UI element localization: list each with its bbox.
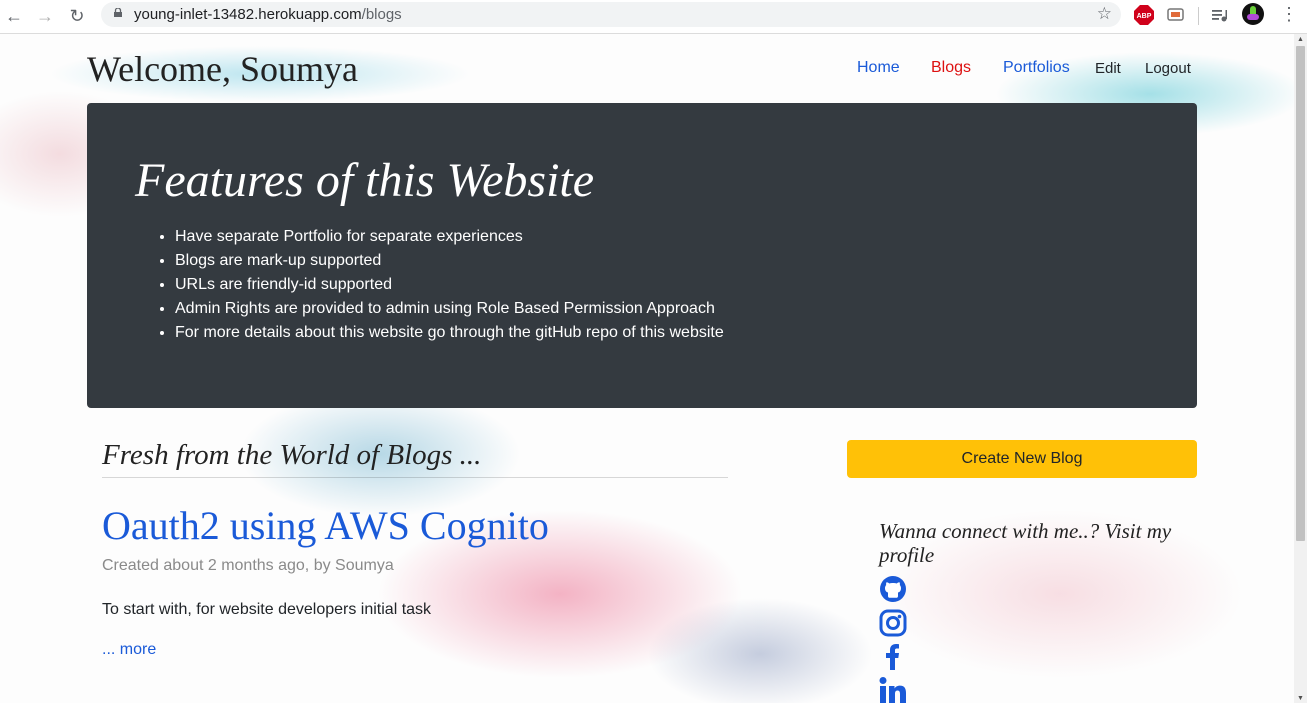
nav-blogs-link[interactable]: Blogs (931, 59, 971, 77)
back-icon[interactable]: ← (4, 6, 24, 26)
facebook-icon[interactable] (879, 642, 907, 670)
address-bar[interactable]: young-inlet-13482.herokuapp.com/blogs ☆ (101, 2, 1121, 27)
feature-item: Admin Rights are provided to admin using… (175, 297, 724, 321)
nav-home-link[interactable]: Home (857, 59, 900, 77)
blog-post-excerpt: To start with, for website developers in… (102, 601, 432, 618)
feature-item: Blogs are mark-up supported (175, 249, 724, 273)
nav-edit-link[interactable]: Edit (1095, 60, 1121, 77)
media-control-icon[interactable] (1211, 7, 1229, 23)
adblock-label: ABP (1137, 13, 1152, 20)
linkedin-icon[interactable] (879, 676, 907, 703)
connect-prompt: Wanna connect with me..? Visit my profil… (879, 519, 1172, 567)
forward-icon[interactable]: → (35, 6, 55, 26)
instagram-icon[interactable] (879, 609, 907, 637)
lock-icon (114, 8, 122, 17)
nav-portfolios-link[interactable]: Portfolios (1003, 59, 1070, 77)
welcome-heading: Welcome, Soumya (87, 49, 359, 89)
read-more-link[interactable]: ... more (102, 641, 156, 659)
page-background: Welcome, Soumya Home Blogs Portfolios Ed… (0, 34, 1294, 703)
create-new-blog-button[interactable]: Create New Blog (847, 440, 1197, 478)
cast-extension-icon[interactable] (1167, 7, 1185, 23)
feature-item: Have separate Portfolio for separate exp… (175, 225, 724, 249)
features-title: Features of this Website (135, 154, 595, 207)
blogs-section-heading: Fresh from the World of Blogs ... (102, 439, 482, 471)
browser-toolbar: ← → ↻ young-inlet-13482.herokuapp.com/bl… (0, 0, 1307, 34)
scroll-down-arrow-icon[interactable]: ▼ (1297, 695, 1304, 702)
feature-item: For more details about this website go t… (175, 321, 724, 345)
github-icon[interactable] (879, 575, 907, 603)
url-text: young-inlet-13482.herokuapp.com/blogs (134, 6, 402, 23)
blog-post-title-link[interactable]: Oauth2 using AWS Cognito (102, 502, 549, 549)
page-scrollbar[interactable]: ▲ ▼ (1294, 34, 1307, 703)
toolbar-divider (1198, 7, 1199, 25)
bookmark-star-icon[interactable]: ☆ (1097, 4, 1112, 24)
menu-kebab-icon[interactable]: ⋮ (1280, 4, 1298, 25)
scroll-up-arrow-icon[interactable]: ▲ (1297, 36, 1304, 43)
features-jumbotron: Features of this Website Have separate P… (87, 103, 1197, 408)
blog-post-meta: Created about 2 months ago, by Soumya (102, 557, 394, 574)
profile-avatar[interactable] (1242, 3, 1264, 25)
adblock-icon[interactable]: ABP (1134, 5, 1154, 25)
scrollbar-thumb[interactable] (1296, 46, 1305, 541)
nav-logout-link[interactable]: Logout (1145, 60, 1191, 77)
reload-icon[interactable]: ↻ (67, 6, 87, 26)
section-divider (102, 477, 728, 478)
feature-item: URLs are friendly-id supported (175, 273, 724, 297)
features-list: Have separate Portfolio for separate exp… (135, 225, 724, 345)
